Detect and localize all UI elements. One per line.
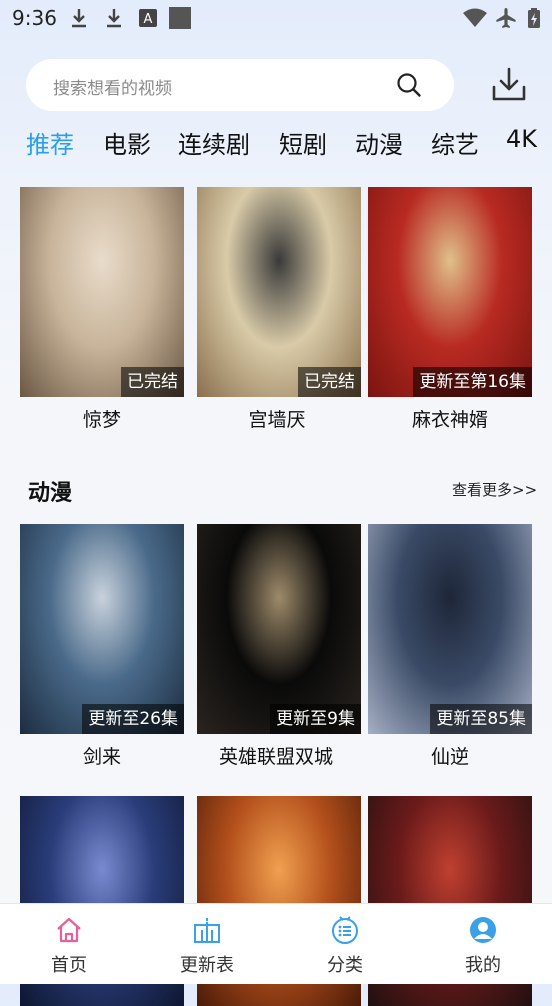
profile-icon <box>470 917 496 943</box>
battery-charging-icon <box>528 8 540 28</box>
video-card[interactable]: 更新至85集 <box>368 524 532 734</box>
search-placeholder[interactable]: 搜索想看的视频 <box>53 74 172 99</box>
nav-label: 首页 <box>51 955 87 976</box>
video-card[interactable]: 更新至26集 <box>20 524 184 734</box>
tab-variety[interactable]: 综艺 <box>431 125 479 160</box>
home-icon <box>57 917 81 943</box>
nav-profile[interactable]: 我的 <box>433 904 533 984</box>
video-title[interactable]: 仙逆 <box>368 742 532 769</box>
nav-label: 分类 <box>327 955 363 976</box>
video-title[interactable]: 宫墙厌 <box>195 405 359 432</box>
nav-category[interactable]: 分类 <box>295 904 395 984</box>
category-icon <box>332 916 358 944</box>
video-title[interactable]: 英雄联盟双城 <box>194 742 358 769</box>
tab-series[interactable]: 连续剧 <box>178 125 250 160</box>
video-title[interactable]: 麻衣神婿 <box>368 405 532 432</box>
see-more-link[interactable]: 查看更多>> <box>452 479 537 500</box>
nav-label: 我的 <box>465 955 501 976</box>
translate-notification-icon: A <box>139 9 157 27</box>
nav-label: 更新表 <box>180 955 234 976</box>
episode-badge: 更新至26集 <box>82 704 184 734</box>
video-poster[interactable]: 更新至26集 <box>20 524 184 734</box>
download-notification-icon <box>107 9 121 28</box>
episode-badge: 更新至第16集 <box>413 367 532 397</box>
video-card[interactable]: 更新至第16集 <box>368 187 532 397</box>
tab-anime[interactable]: 动漫 <box>355 125 403 160</box>
video-title[interactable]: 惊梦 <box>20 405 184 432</box>
nav-home[interactable]: 首页 <box>19 904 119 984</box>
download-notification-icon <box>72 9 86 28</box>
status-time: 9:36 <box>12 6 57 30</box>
nav-schedule[interactable]: 更新表 <box>157 904 257 984</box>
wifi-icon <box>463 8 487 27</box>
section-title: 动漫 <box>28 481 73 506</box>
svg-text:A: A <box>144 12 153 27</box>
episode-badge: 更新至9集 <box>270 704 361 734</box>
episode-badge: 已完结 <box>121 367 184 397</box>
video-poster[interactable]: 更新至第16集 <box>368 187 532 397</box>
video-poster[interactable]: 更新至85集 <box>368 524 532 734</box>
status-bar: 9:36 A <box>0 0 552 38</box>
download-icon[interactable] <box>490 66 528 104</box>
video-card[interactable]: 已完结 <box>197 187 361 397</box>
video-card[interactable]: 已完结 <box>20 187 184 397</box>
tab-movies[interactable]: 电影 <box>103 125 151 160</box>
video-card[interactable]: 更新至9集 <box>197 524 361 734</box>
bottom-navigation: 首页 更新表 分类 我的 <box>0 903 552 984</box>
video-poster[interactable]: 已完结 <box>197 187 361 397</box>
tab-4k[interactable]: 4K <box>506 125 537 153</box>
search-bar[interactable]: 搜索想看的视频 <box>26 59 454 111</box>
calendar-icon <box>194 918 220 943</box>
tab-recommend[interactable]: 推荐 <box>26 125 74 160</box>
episode-badge: 更新至85集 <box>430 704 532 734</box>
video-poster[interactable]: 更新至9集 <box>197 524 361 734</box>
tab-short-drama[interactable]: 短剧 <box>279 125 327 160</box>
episode-badge: 已完结 <box>298 367 361 397</box>
app-notification-icon <box>169 7 191 29</box>
video-poster[interactable]: 已完结 <box>20 187 184 397</box>
video-title[interactable]: 剑来 <box>20 742 184 769</box>
search-icon[interactable] <box>396 72 422 98</box>
airplane-mode-icon <box>496 8 516 28</box>
